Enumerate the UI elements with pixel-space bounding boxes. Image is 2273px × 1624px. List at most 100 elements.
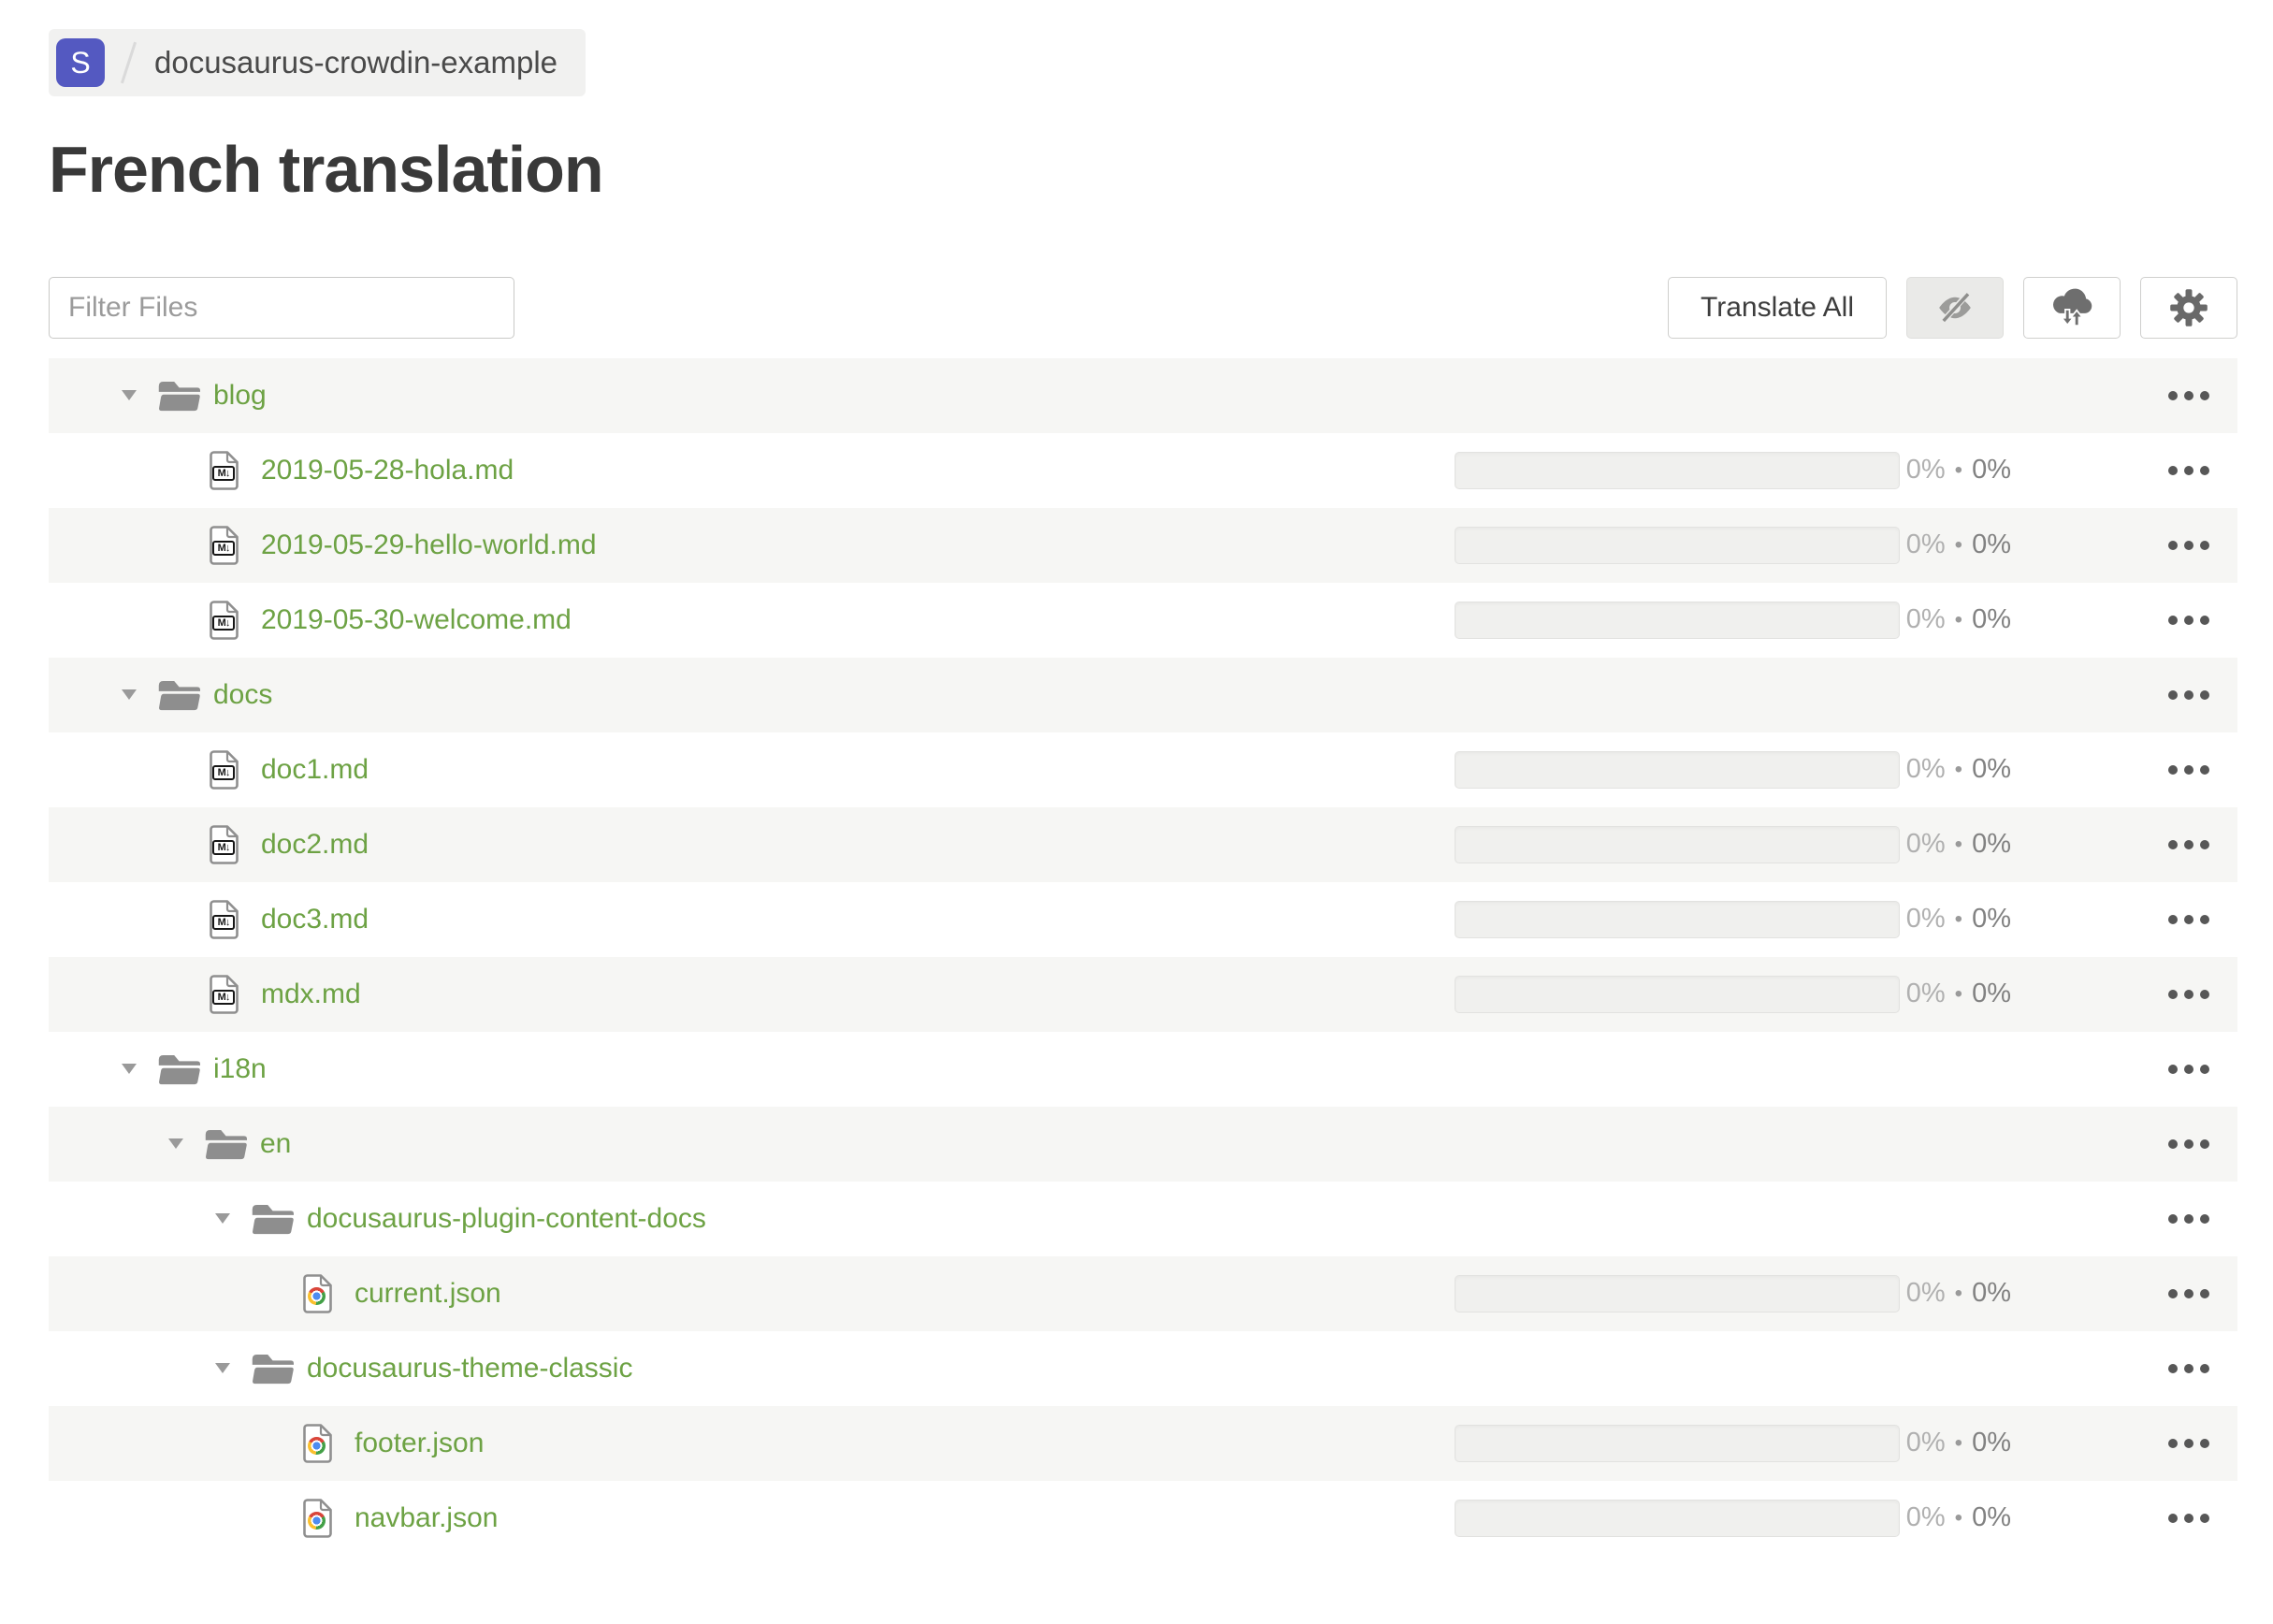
- file-icon: M↓: [210, 824, 239, 864]
- tree-row[interactable]: footer.json 0% • 0%: [49, 1405, 2237, 1481]
- caret-down-icon[interactable]: [168, 1138, 183, 1149]
- hide-completed-button[interactable]: [1906, 276, 2004, 339]
- item-name[interactable]: doc3.md: [261, 904, 369, 935]
- row-menu-button[interactable]: [2168, 1209, 2209, 1229]
- project-avatar[interactable]: S: [56, 38, 105, 87]
- markdown-badge-icon: M↓: [212, 914, 235, 930]
- tree-row[interactable]: M↓ 2019-05-28-hola.md 0% • 0%: [49, 432, 2237, 508]
- row-menu-button[interactable]: [2168, 909, 2209, 930]
- percent-separator: •: [1954, 980, 1963, 1007]
- tree-row[interactable]: M↓ doc1.md 0% • 0%: [49, 732, 2237, 807]
- item-name[interactable]: doc1.md: [261, 754, 369, 786]
- caret-down-icon[interactable]: [215, 1363, 230, 1373]
- approved-percent: 0%: [1972, 904, 2011, 934]
- translated-percent: 0%: [1905, 754, 1946, 784]
- tree-row[interactable]: M↓ mdx.md 0% • 0%: [49, 956, 2237, 1032]
- project-files-page: S docusaurus-crowdin-example French tran…: [0, 0, 2273, 1556]
- item-name[interactable]: 2019-05-28-hola.md: [261, 455, 514, 486]
- item-name[interactable]: docusaurus-plugin-content-docs: [307, 1203, 706, 1235]
- item-name[interactable]: docusaurus-theme-classic: [307, 1353, 632, 1385]
- cloud-sync-icon: [2049, 287, 2095, 328]
- tree-row[interactable]: M↓ 2019-05-30-welcome.md 0% • 0%: [49, 582, 2237, 658]
- row-menu-button[interactable]: [2168, 1433, 2209, 1454]
- row-menu-button[interactable]: [2168, 610, 2209, 631]
- item-name[interactable]: footer.json: [355, 1428, 484, 1459]
- progress-bar: [1455, 1499, 1900, 1537]
- approved-percent: 0%: [1972, 829, 2011, 859]
- caret-down-icon[interactable]: [122, 1064, 137, 1074]
- json-web-icon: [308, 1286, 326, 1305]
- translated-percent: 0%: [1905, 1278, 1946, 1308]
- caret-down-icon[interactable]: [215, 1213, 230, 1224]
- row-menu-button[interactable]: [2168, 1508, 2209, 1529]
- tree-row[interactable]: current.json 0% • 0%: [49, 1255, 2237, 1331]
- tree-row[interactable]: en: [49, 1106, 2237, 1182]
- file-icon: M↓: [210, 749, 239, 790]
- sync-translations-button[interactable]: [2023, 276, 2121, 339]
- item-name[interactable]: mdx.md: [261, 979, 361, 1010]
- row-menu-button[interactable]: [2168, 1283, 2209, 1304]
- markdown-badge-icon: M↓: [212, 540, 235, 556]
- approved-percent: 0%: [1972, 1502, 2011, 1532]
- translate-all-button[interactable]: Translate All: [1668, 276, 1887, 339]
- approved-percent: 0%: [1972, 604, 2011, 634]
- progress-percentages: 0% • 0%: [1906, 508, 2011, 583]
- breadcrumb-project-name[interactable]: docusaurus-crowdin-example: [154, 45, 557, 80]
- caret-down-icon[interactable]: [122, 689, 137, 700]
- item-name[interactable]: docs: [213, 679, 272, 711]
- progress-bar: [1455, 975, 1900, 1013]
- markdown-badge-icon: M↓: [212, 615, 235, 631]
- file-icon: M↓: [210, 450, 239, 490]
- row-menu-button[interactable]: [2168, 760, 2209, 780]
- item-name[interactable]: 2019-05-29-hello-world.md: [261, 529, 597, 561]
- tree-row[interactable]: docusaurus-plugin-content-docs: [49, 1181, 2237, 1256]
- tree-row[interactable]: i18n: [49, 1031, 2237, 1107]
- row-menu-button[interactable]: [2168, 1134, 2209, 1154]
- item-name[interactable]: 2019-05-30-welcome.md: [261, 604, 572, 636]
- tree-row[interactable]: blog: [49, 357, 2237, 433]
- approved-percent: 0%: [1972, 1278, 2011, 1308]
- tree-row[interactable]: M↓ doc3.md 0% • 0%: [49, 881, 2237, 957]
- file-icon: M↓: [210, 525, 239, 565]
- item-name[interactable]: navbar.json: [355, 1502, 498, 1534]
- row-menu-button[interactable]: [2168, 535, 2209, 556]
- row-menu-button[interactable]: [2168, 834, 2209, 855]
- percent-separator: •: [1954, 756, 1963, 782]
- item-name[interactable]: current.json: [355, 1278, 501, 1310]
- progress-percentages: 0% • 0%: [1906, 732, 2011, 807]
- row-menu-button[interactable]: [2168, 984, 2209, 1005]
- toolbar-actions: Translate All: [1668, 276, 2237, 339]
- row-menu-button[interactable]: [2168, 385, 2209, 406]
- item-name[interactable]: doc2.md: [261, 829, 369, 861]
- caret-down-icon[interactable]: [122, 390, 137, 400]
- percent-separator: •: [1954, 531, 1963, 558]
- breadcrumb-separator: [120, 41, 138, 84]
- row-menu-button[interactable]: [2168, 1358, 2209, 1379]
- item-name[interactable]: i18n: [213, 1053, 267, 1085]
- translated-percent: 0%: [1905, 979, 1946, 1008]
- progress-bar: [1455, 900, 1900, 938]
- tree-row[interactable]: navbar.json 0% • 0%: [49, 1480, 2237, 1556]
- progress-percentages: 0% • 0%: [1906, 433, 2011, 508]
- filter-files-input[interactable]: [49, 276, 514, 339]
- translated-percent: 0%: [1905, 1428, 1946, 1457]
- tree-row[interactable]: docs: [49, 657, 2237, 732]
- tree-row[interactable]: M↓ 2019-05-29-hello-world.md 0% • 0%: [49, 507, 2237, 583]
- tree-row[interactable]: M↓ doc2.md 0% • 0%: [49, 806, 2237, 882]
- page-title: French translation: [49, 133, 604, 206]
- markdown-badge-icon: M↓: [212, 989, 235, 1005]
- row-menu-button[interactable]: [2168, 460, 2209, 481]
- row-menu-button[interactable]: [2168, 685, 2209, 705]
- row-menu-button[interactable]: [2168, 1059, 2209, 1080]
- approved-percent: 0%: [1972, 455, 2011, 485]
- item-name[interactable]: blog: [213, 380, 267, 412]
- item-name[interactable]: en: [260, 1128, 291, 1160]
- settings-button[interactable]: [2140, 276, 2237, 339]
- file-icon: M↓: [210, 974, 239, 1014]
- tree-row[interactable]: docusaurus-theme-classic: [49, 1330, 2237, 1406]
- translated-percent: 0%: [1905, 604, 1946, 634]
- eye-off-icon: [1933, 288, 1976, 327]
- translated-percent: 0%: [1905, 455, 1946, 485]
- folder-icon: [157, 379, 200, 413]
- percent-separator: •: [1954, 1429, 1963, 1456]
